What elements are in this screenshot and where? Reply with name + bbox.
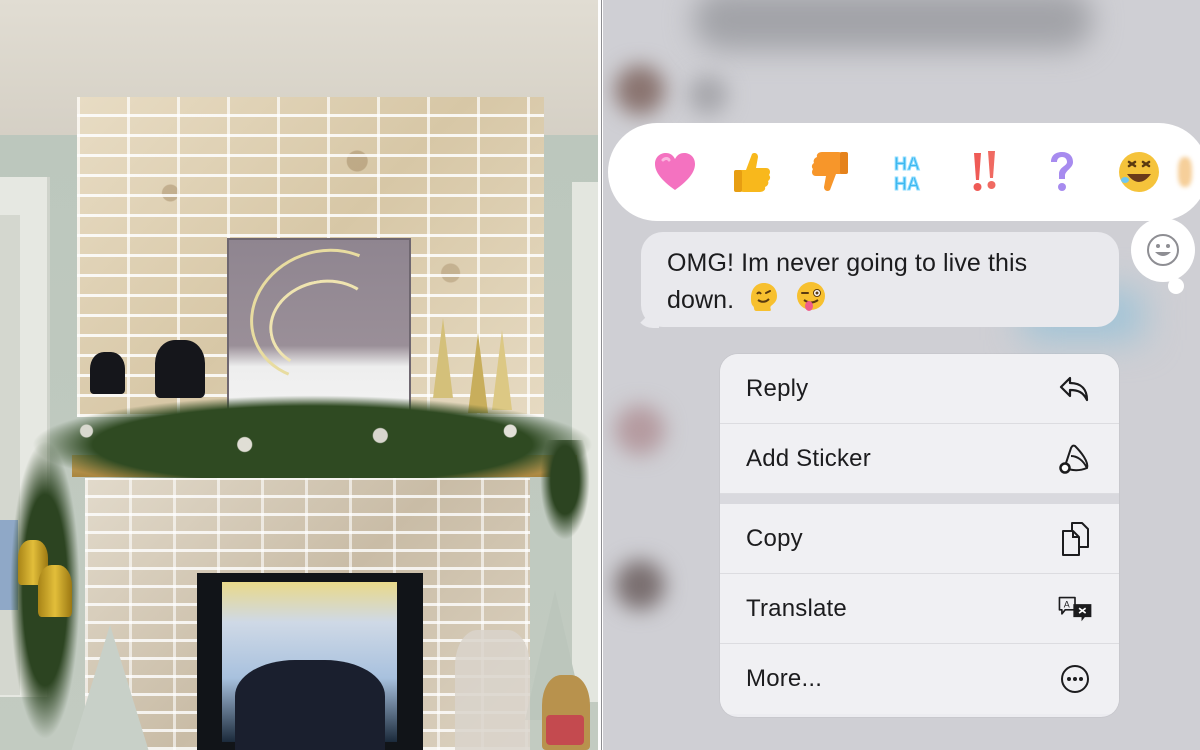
menu-item-copy[interactable]: Copy (720, 504, 1119, 574)
rofl-face-icon (1119, 152, 1160, 192)
thumbs-down-icon (811, 152, 848, 191)
heart-icon (654, 153, 695, 190)
smiley-face-icon (1147, 234, 1179, 266)
svg-text:HA: HA (894, 154, 920, 174)
tapback-tail-dot (1168, 278, 1184, 294)
ellipsis-circle-icon (1057, 661, 1093, 697)
reindeer-painting (227, 228, 417, 418)
question-mark-icon (1050, 152, 1073, 191)
menu-item-label: Reply (746, 374, 809, 402)
menu-item-more[interactable]: More... (720, 644, 1119, 714)
haha-icon: HA HA (894, 154, 921, 195)
svg-text:HA: HA (894, 174, 920, 194)
deer-figurine-right (155, 340, 205, 398)
tapback-heart[interactable] (636, 142, 713, 202)
tapback-bar: HA HA (608, 123, 1200, 221)
reply-arrow-icon (1057, 371, 1093, 407)
blurred-header (693, 0, 1093, 50)
blurred-avatar-1 (615, 65, 665, 115)
menu-item-label: Copy (746, 524, 803, 552)
gold-bell-2 (38, 565, 72, 617)
sack-label (546, 715, 584, 745)
messages-screen: HA HA OMG! Im never going to live this d… (603, 0, 1200, 750)
tapback-thumbs-down[interactable] (791, 142, 868, 202)
pillow-silhouette (235, 660, 385, 750)
menu-item-label: More... (746, 665, 823, 692)
garland (30, 395, 595, 485)
menu-item-translate[interactable]: Translate A (720, 574, 1119, 644)
add-emoji-button[interactable] (1131, 218, 1195, 282)
menu-item-label: Translate (746, 594, 847, 622)
tapback-question[interactable] (1023, 142, 1100, 202)
garland-drape-right (540, 440, 590, 540)
fireplace-photo (0, 0, 598, 750)
blurred-avatar-2 (688, 75, 728, 115)
documents-copy-icon (1057, 521, 1093, 557)
flocked-tree-left (70, 625, 150, 750)
tapback-exclamation[interactable] (946, 142, 1023, 202)
melting-face-icon (747, 280, 781, 323)
message-bubble[interactable]: OMG! Im never going to live this down. (641, 232, 1119, 327)
message-line-2-text: down. (667, 286, 735, 315)
tapback-haha[interactable]: HA HA (868, 142, 945, 202)
deer-figurine-left (90, 352, 125, 394)
menu-item-add-sticker[interactable]: Add Sticker (720, 424, 1119, 494)
reindeer-decor (455, 630, 530, 750)
blurred-avatar-3 (615, 405, 665, 455)
context-menu: Reply Add Sticker Copy Translate A More.… (720, 354, 1119, 717)
menu-item-label: Add Sticker (746, 444, 871, 472)
translate-bubbles-icon: A (1057, 591, 1093, 627)
tapback-thumbs-up[interactable] (713, 142, 790, 202)
menu-item-reply[interactable]: Reply (720, 354, 1119, 424)
winking-face-with-tongue-icon (794, 280, 828, 323)
sticker-peel-icon (1057, 441, 1093, 477)
thumbs-up-icon (734, 153, 771, 192)
gold-tree-1 (433, 318, 453, 398)
menu-section-separator (720, 494, 1119, 504)
partial-emoji-icon (1178, 157, 1193, 187)
svg-text:A: A (1064, 599, 1070, 609)
message-line-2: down. (667, 280, 1097, 323)
tapback-partial-next[interactable] (1178, 142, 1200, 202)
image-divider (598, 0, 602, 750)
double-exclamation-icon (973, 151, 996, 191)
tapback-rofl[interactable] (1101, 142, 1178, 202)
message-line-1: OMG! Im never going to live this (667, 249, 1028, 277)
blurred-avatar-4 (615, 560, 665, 610)
